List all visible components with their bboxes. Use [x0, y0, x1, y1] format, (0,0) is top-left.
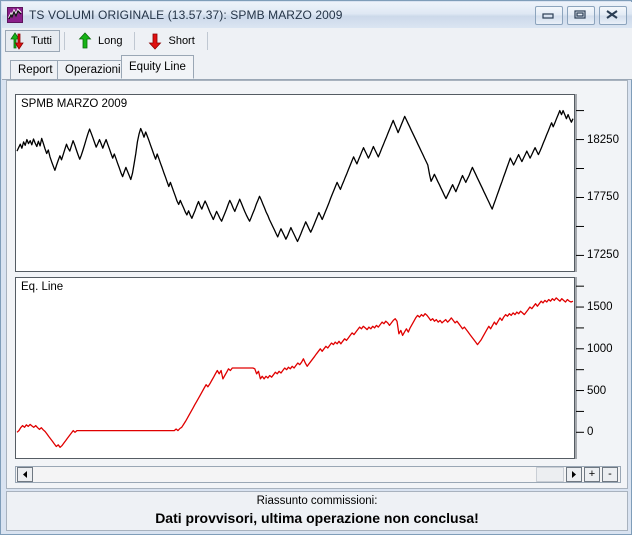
toolbar-separator-2	[134, 31, 136, 50]
axis-tick-label: 1500	[587, 301, 613, 314]
zoom-in-button[interactable]: +	[584, 467, 600, 482]
equity-chart[interactable]: Eq. Line	[15, 277, 575, 459]
tab-operazioni[interactable]: Operazioni	[57, 60, 129, 79]
zoom-in-label: +	[588, 468, 596, 480]
green-up-arrow-icon	[77, 31, 93, 50]
axis-tick-label: 17750	[587, 191, 619, 204]
scroll-left-button[interactable]	[17, 467, 33, 482]
maximize-button[interactable]	[567, 6, 595, 25]
toolbar-separator-1	[64, 31, 65, 50]
application-window: TS VOLUMI ORIGINALE (13.57.37): SPMB MAR…	[0, 0, 632, 535]
tab-content-panel: SPMB MARZO 2009 17250 17750 18250 Eq. Line…	[6, 80, 628, 489]
tab-equity-line-label: Equity Line	[129, 61, 186, 73]
zoom-out-button[interactable]: -	[602, 467, 618, 482]
tab-report-label: Report	[18, 64, 53, 76]
up-down-arrows-icon	[10, 31, 26, 50]
chart-line-icon	[7, 7, 23, 23]
toolbar-separator-3	[206, 31, 208, 50]
scrollbar-right-controls: + -	[535, 467, 619, 482]
scroll-right-button[interactable]	[566, 467, 582, 482]
toolbar-button-short-label: Short	[168, 34, 195, 47]
tab-strip: Report Operazioni Equity Line	[2, 53, 632, 80]
status-panel: Riassunto commissioni: Dati provvisori, …	[6, 491, 628, 531]
window-controls	[535, 6, 627, 25]
toolbar-button-short[interactable]: Short	[142, 30, 202, 52]
toolbar-button-tutti-label: Tutti	[31, 34, 52, 47]
tab-report[interactable]: Report	[10, 60, 61, 79]
status-commissions-label: Riassunto commissioni:	[256, 495, 378, 507]
tab-operazioni-label: Operazioni	[65, 64, 121, 76]
axis-tick-label: 18250	[587, 133, 619, 146]
axis-tick-label: 1000	[587, 342, 613, 355]
red-down-arrow-icon	[147, 32, 163, 50]
status-warning-message: Dati provvisori, ultima operazione non c…	[155, 510, 479, 526]
axis-tick-label: 500	[587, 384, 607, 397]
price-chart-y-axis: 17250 17750 18250	[575, 94, 629, 272]
zoom-out-label: -	[608, 468, 612, 480]
toolbar-button-long-label: Long	[98, 34, 123, 47]
equity-chart-title: Eq. Line	[21, 281, 64, 293]
close-button[interactable]	[599, 6, 627, 25]
scroll-thumb-placeholder[interactable]	[536, 467, 564, 482]
axis-tick-label: 0	[587, 426, 594, 439]
toolbar: Tutti Long Short	[2, 28, 632, 54]
tab-equity-line[interactable]: Equity Line	[121, 55, 194, 79]
price-chart[interactable]: SPMB MARZO 2009	[15, 94, 575, 272]
price-chart-plot	[16, 109, 574, 243]
window-title: TS VOLUMI ORIGINALE (13.57.37): SPMB MAR…	[29, 8, 343, 22]
horizontal-scrollbar[interactable]: + -	[15, 466, 621, 483]
equity-chart-y-axis: 0 500 1000 1500	[575, 277, 629, 459]
axis-tick-label: 17250	[587, 249, 619, 262]
toolbar-button-long[interactable]: Long	[72, 30, 130, 52]
price-chart-title: SPMB MARZO 2009	[21, 98, 128, 110]
minimize-button[interactable]	[535, 6, 563, 25]
toolbar-button-tutti[interactable]: Tutti	[5, 29, 60, 52]
equity-chart-plot	[16, 297, 574, 448]
title-bar: TS VOLUMI ORIGINALE (13.57.37): SPMB MAR…	[2, 2, 632, 29]
